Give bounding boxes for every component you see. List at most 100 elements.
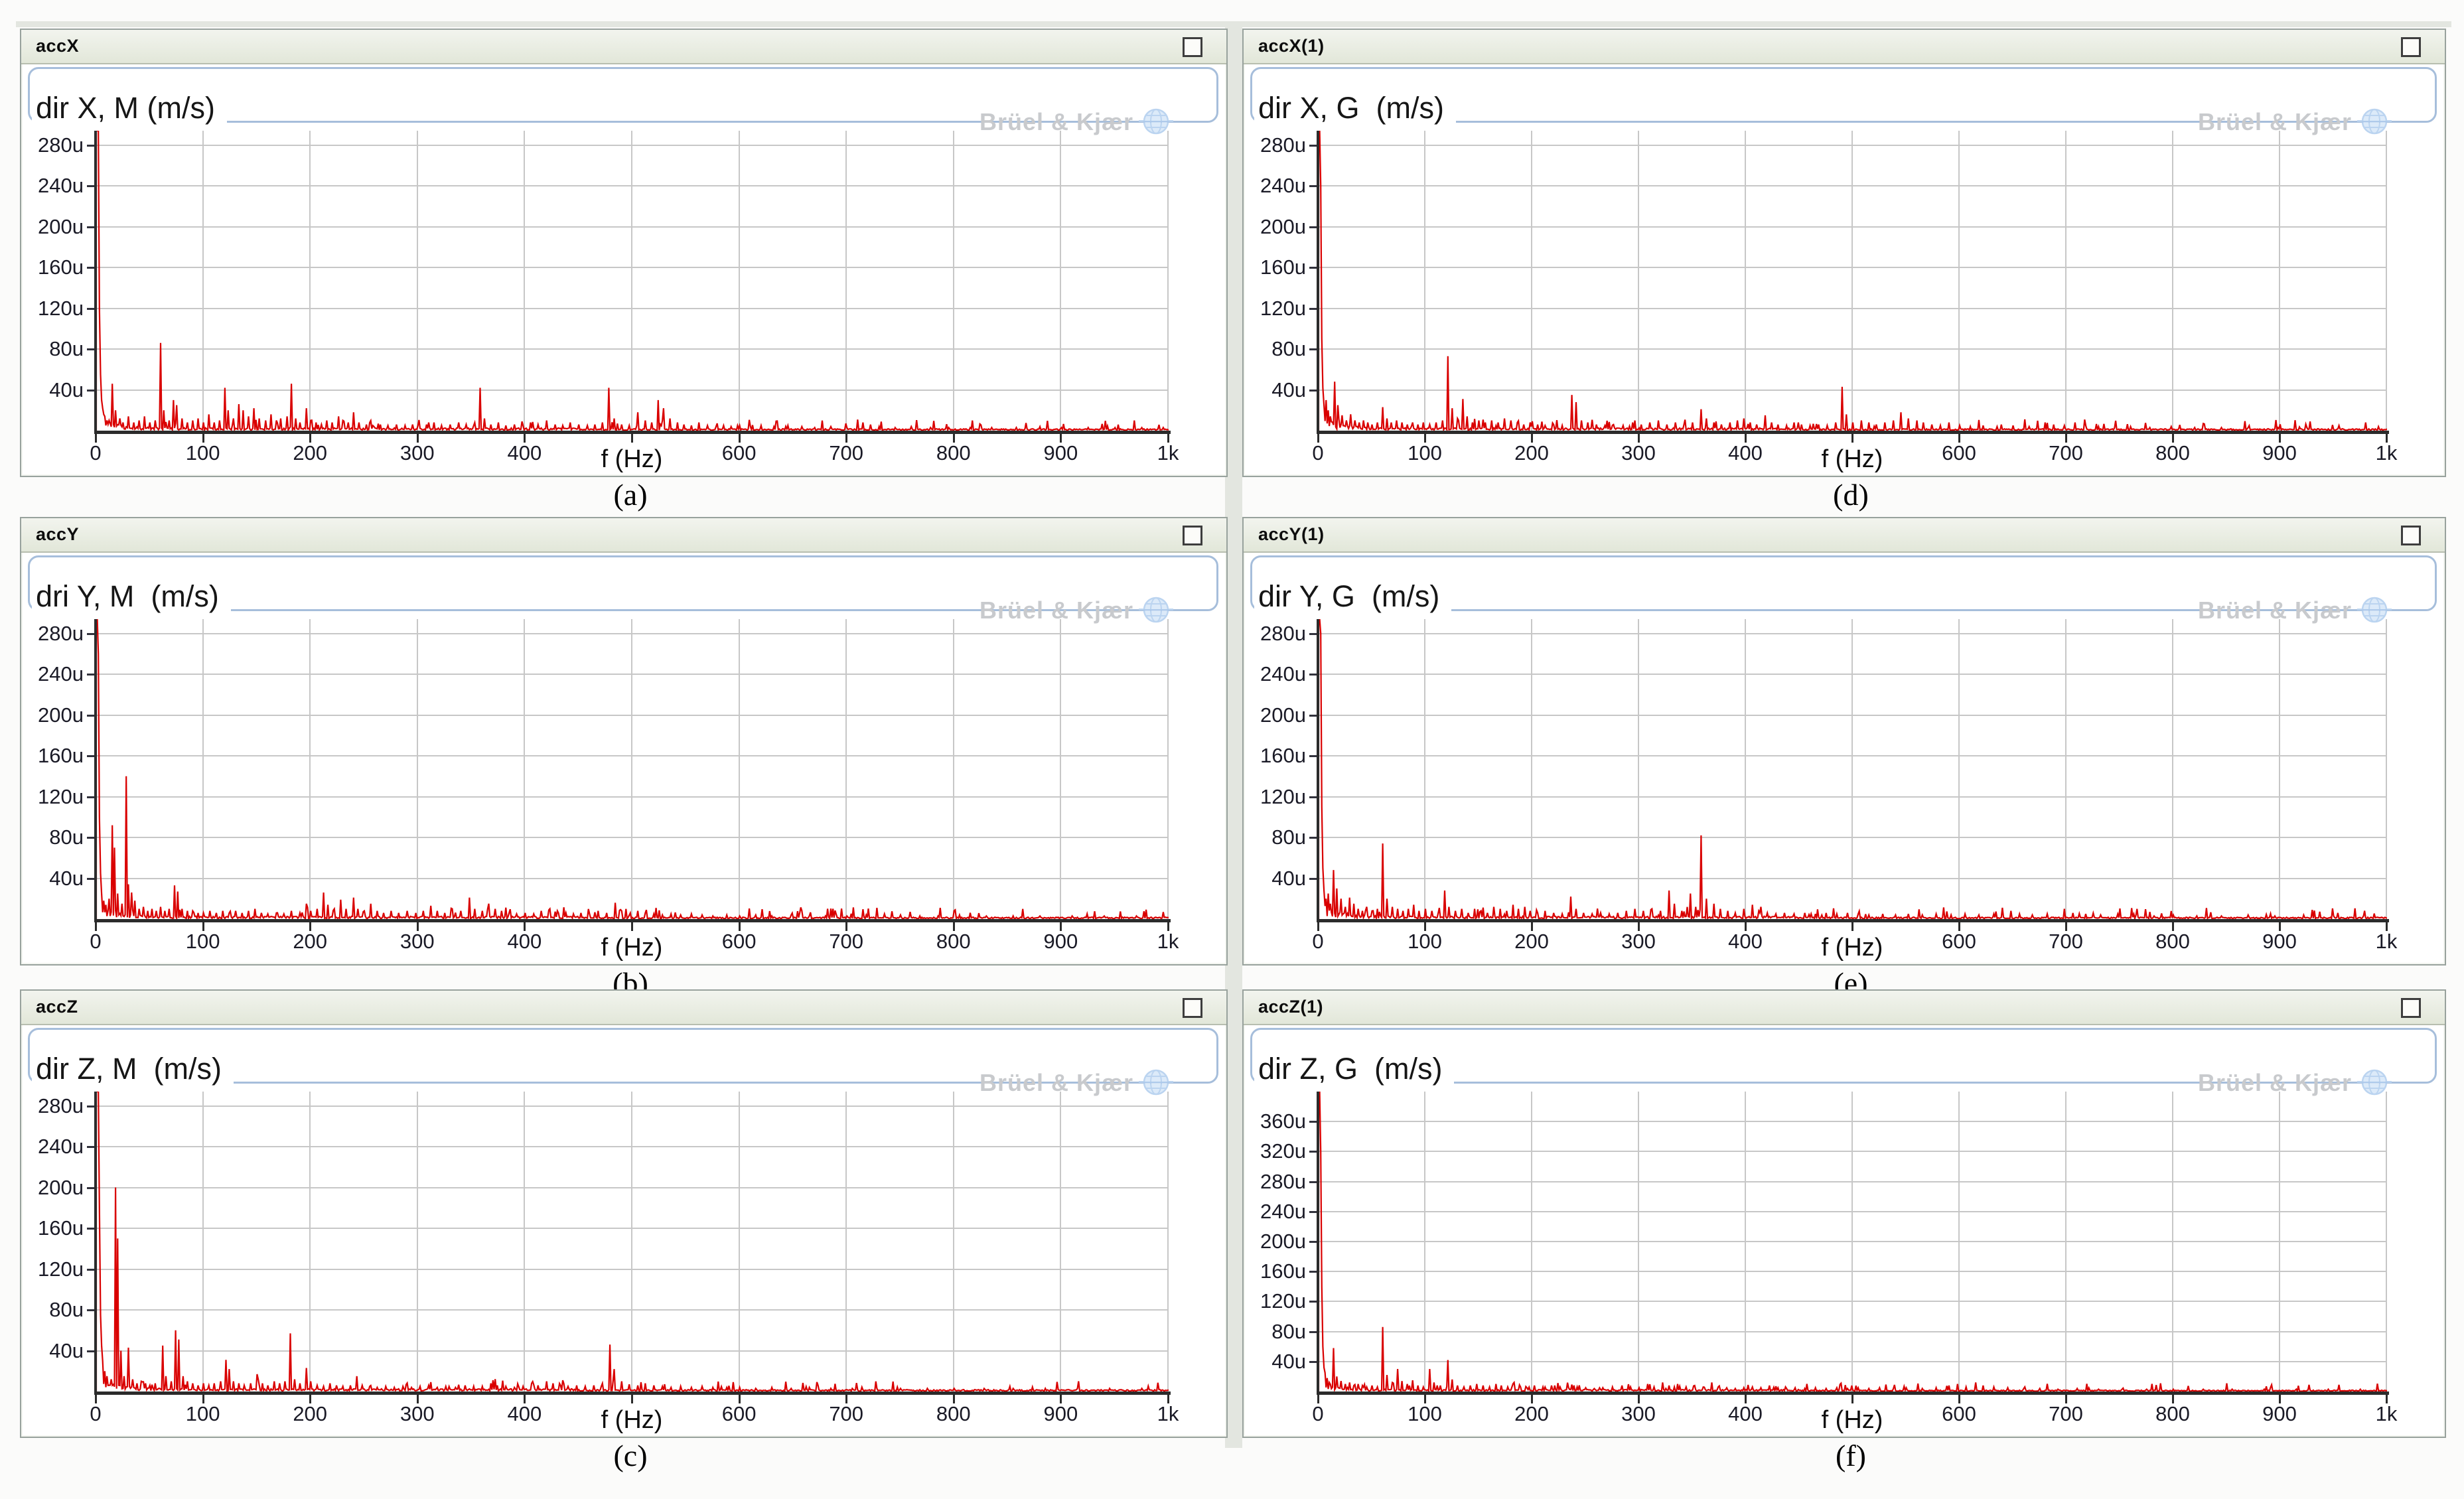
x-tick-label: 1k xyxy=(1128,441,1208,465)
chart-window: accX dir X, M (m/s) Brüel & Kjær xyxy=(20,29,1228,477)
y-tick-label: 240u xyxy=(1244,662,1306,686)
y-tick-label: 160u xyxy=(1244,255,1306,279)
x-tick-label: 700 xyxy=(2026,441,2106,465)
y-tick-label: 80u xyxy=(1244,337,1306,361)
y-tick-label: 40u xyxy=(21,867,84,891)
x-tick-mark xyxy=(631,1395,633,1403)
globe-icon xyxy=(2357,107,2392,137)
x-axis-title: f (Hz) xyxy=(1786,934,1919,962)
x-tick-label: 300 xyxy=(1599,441,1678,465)
panel-caption: (a) xyxy=(564,477,697,512)
y-tick-label: 80u xyxy=(21,825,84,849)
panel-cell: accY dri Y, M (m/s) Brüel & Kjær xyxy=(20,517,1225,1005)
x-tick-label: 200 xyxy=(1492,1402,1571,1426)
y-tick-label: 120u xyxy=(1244,1289,1306,1313)
x-tick-label: 0 xyxy=(1278,1402,1358,1426)
x-tick-mark xyxy=(1851,922,1853,931)
x-tick-label: 800 xyxy=(914,1402,993,1426)
y-axis xyxy=(94,619,97,921)
y-tick-label: 160u xyxy=(21,744,84,768)
brand-watermark: Brüel & Kjær xyxy=(979,107,1173,137)
y-tick-label: 200u xyxy=(1244,1230,1306,1253)
x-tick-label: 900 xyxy=(2240,1402,2319,1426)
plot-title: dir X, M (m/s) xyxy=(32,91,227,128)
chart-window: accY(1) dir Y, G (m/s) Brüel & Kjær xyxy=(1242,517,2446,965)
y-tick-label: 280u xyxy=(21,133,84,157)
y-tick-label: 40u xyxy=(21,378,84,402)
x-tick-label: 900 xyxy=(2240,930,2319,954)
y-tick-label: 280u xyxy=(21,622,84,646)
x-tick-label: 100 xyxy=(163,441,243,465)
x-tick-label: 400 xyxy=(484,930,564,954)
globe-icon xyxy=(1139,107,1173,137)
x-tick-label: 400 xyxy=(1705,441,1785,465)
brand-watermark: Brüel & Kjær xyxy=(2198,107,2392,137)
x-axis xyxy=(1317,919,2389,922)
spectrum-trace xyxy=(1319,619,2387,919)
x-tick-label: 200 xyxy=(270,1402,350,1426)
y-tick-label: 240u xyxy=(21,1135,84,1159)
y-tick-label: 280u xyxy=(1244,1170,1306,1194)
spectrum-trace xyxy=(1319,1092,2387,1392)
x-axis xyxy=(1317,1392,2389,1395)
x-tick-mark xyxy=(631,922,633,931)
y-tick-label: 40u xyxy=(1244,378,1306,402)
x-tick-label: 0 xyxy=(56,441,135,465)
y-tick-label: 200u xyxy=(1244,215,1306,239)
y-tick-label: 240u xyxy=(21,174,84,198)
x-axis xyxy=(94,919,1171,922)
x-tick-label: 600 xyxy=(699,930,779,954)
y-tick-label: 200u xyxy=(21,215,84,239)
brand-name: Brüel & Kjær xyxy=(2198,1069,2352,1097)
x-tick-label: 100 xyxy=(1385,930,1465,954)
x-tick-label: 300 xyxy=(378,1402,457,1426)
panel-cell: accX(1) dir X, G (m/s) Brüel & Kjær xyxy=(1242,29,2443,517)
x-tick-label: 800 xyxy=(2133,1402,2212,1426)
y-tick-label: 120u xyxy=(21,1257,84,1281)
x-tick-label: 900 xyxy=(1021,930,1100,954)
y-axis xyxy=(1317,131,1319,433)
y-axis xyxy=(94,131,97,433)
x-tick-label: 0 xyxy=(56,930,135,954)
y-tick-label: 80u xyxy=(1244,1320,1306,1344)
y-tick-label: 80u xyxy=(21,1298,84,1322)
x-axis-title: f (Hz) xyxy=(1786,445,1919,474)
x-axis xyxy=(94,1392,1171,1395)
x-tick-label: 800 xyxy=(914,930,993,954)
y-tick-label: 200u xyxy=(21,703,84,727)
x-tick-mark xyxy=(631,434,633,443)
x-tick-label: 600 xyxy=(699,441,779,465)
x-tick-label: 200 xyxy=(270,441,350,465)
y-tick-label: 160u xyxy=(1244,1259,1306,1283)
plot-title: dir Z, M (m/s) xyxy=(32,1052,234,1089)
chart-window: accX(1) dir X, G (m/s) Brüel & Kjær xyxy=(1242,29,2446,477)
panel-caption: (d) xyxy=(1784,477,1917,512)
x-tick-label: 100 xyxy=(163,1402,243,1426)
y-tick-label: 280u xyxy=(1244,133,1306,157)
x-tick-label: 800 xyxy=(2133,930,2212,954)
globe-icon xyxy=(1139,1068,1173,1098)
x-tick-label: 100 xyxy=(1385,1402,1465,1426)
y-tick-label: 80u xyxy=(1244,825,1306,849)
brand-watermark: Brüel & Kjær xyxy=(2198,595,2392,626)
panel-caption: (c) xyxy=(564,1438,697,1473)
y-tick-label: 160u xyxy=(21,1216,84,1240)
x-tick-label: 300 xyxy=(1599,930,1678,954)
y-tick-label: 80u xyxy=(21,337,84,361)
spectrum-trace xyxy=(1319,131,2387,431)
x-tick-mark xyxy=(1851,1395,1853,1403)
globe-icon xyxy=(2357,595,2392,626)
x-tick-label: 700 xyxy=(806,441,886,465)
chart-window: accZ dir Z, M (m/s) Brüel & Kjær xyxy=(20,989,1228,1438)
x-tick-label: 700 xyxy=(2026,930,2106,954)
brand-name: Brüel & Kjær xyxy=(979,597,1133,624)
y-axis xyxy=(94,1092,97,1393)
y-tick-label: 160u xyxy=(1244,744,1306,768)
x-axis-title: f (Hz) xyxy=(565,934,698,962)
y-tick-label: 200u xyxy=(21,1176,84,1200)
x-tick-label: 100 xyxy=(1385,441,1465,465)
x-tick-label: 200 xyxy=(270,930,350,954)
x-tick-label: 600 xyxy=(1919,930,1999,954)
y-tick-label: 120u xyxy=(1244,297,1306,321)
x-tick-label: 600 xyxy=(1919,441,1999,465)
